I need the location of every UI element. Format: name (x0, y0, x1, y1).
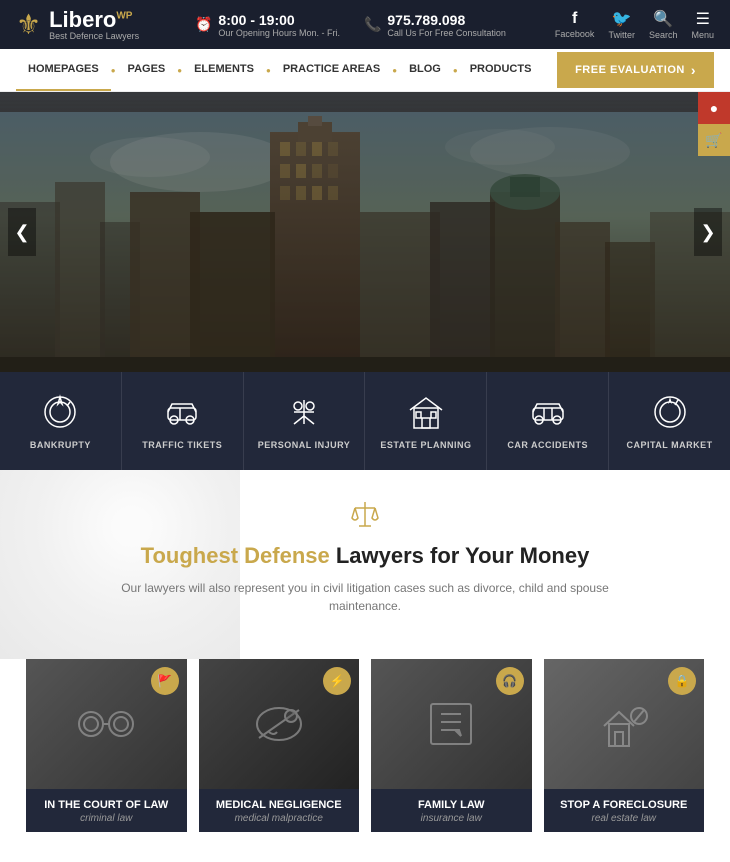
hero-prev-button[interactable]: ❮ (8, 208, 36, 256)
bankrupty-icon (40, 392, 80, 432)
facebook-icon: f (555, 10, 595, 28)
cta-label: FREE EVALUATION (575, 64, 685, 76)
search-link[interactable]: 🔍 Search (649, 9, 678, 41)
case-card-family[interactable]: 🎧 FAMILY LAW insurance law (371, 659, 532, 832)
phone-label: Call Us For Free Consultation (387, 28, 506, 38)
intro-section: Toughest Defense Lawyers for Your Money … (0, 470, 730, 659)
case-card-medical[interactable]: ⚡ MEDICAL NEGLIGENCE medical malpractice (199, 659, 360, 832)
nav-bar: HOMEPAGES ● PAGES ● ELEMENTS ● PRACTICE … (0, 49, 730, 92)
card-court-sub: criminal law (38, 813, 175, 824)
menu-icon: ☰ (691, 9, 714, 29)
card-medical-img: ⚡ (199, 659, 360, 789)
personal-injury-icon (284, 392, 324, 432)
card-family-sub: insurance law (383, 813, 520, 824)
hours-label: Our Opening Hours Mon. - Fri. (218, 28, 340, 38)
brand-tagline: Best Defence Lawyers (49, 31, 139, 41)
estate-icon (406, 392, 446, 432)
capital-market-icon (650, 392, 690, 432)
practice-bankrupty[interactable]: BANKRUPTY (0, 372, 122, 470)
card-medical-title: MEDICAL NEGLIGENCE (211, 799, 348, 811)
practice-areas-bar: BANKRUPTY TRAFFIC TIKETS PERSONAL INJURY (0, 372, 730, 470)
intro-title: Toughest Defense Lawyers for Your Money (60, 543, 670, 569)
hero-section: ❮ ❯ ● 🛒 (0, 92, 730, 372)
card-family-footer: FAMILY LAW insurance law (371, 789, 532, 832)
cityscape-illustration (0, 112, 730, 372)
nav-pages[interactable]: PAGES (116, 49, 178, 91)
practice-capital[interactable]: CAPITAL MARKET (609, 372, 730, 470)
scales-icon (60, 500, 670, 535)
logo-text: LiberoWP Best Defence Lawyers (49, 9, 139, 41)
traffic-label: TRAFFIC TIKETS (142, 440, 222, 450)
title-rest: Lawyers for Your Money (330, 543, 590, 568)
phone-number: 975.789.098 (387, 12, 506, 28)
menu-link[interactable]: ☰ Menu (691, 9, 714, 41)
card-court-footer: IN THE COURT OF LAW criminal law (26, 789, 187, 832)
free-evaluation-button[interactable]: FREE EVALUATION › (557, 52, 714, 88)
twitter-icon: 🐦 (608, 9, 635, 29)
phone-info[interactable]: 📞 975.789.098 Call Us For Free Consultat… (364, 12, 506, 38)
practice-car-accidents[interactable]: CAR ACCIDENTS (487, 372, 609, 470)
card-family-img: 🎧 (371, 659, 532, 789)
social-links: f Facebook 🐦 Twitter 🔍 Search ☰ Menu (555, 9, 714, 41)
car-accidents-label: CAR ACCIDENTS (507, 440, 588, 450)
top-info: ⏰ 8:00 - 19:00 Our Opening Hours Mon. - … (162, 12, 539, 38)
card-foreclosure-title: STOP A FORECLOSURE (556, 799, 693, 811)
card-foreclosure-img: 🔒 (544, 659, 705, 789)
estate-label: ESTATE PLANNING (380, 440, 471, 450)
hero-side-btn-1[interactable]: ● (698, 92, 730, 124)
case-card-foreclosure[interactable]: 🔒 STOP A FORECLOSURE real estate law (544, 659, 705, 832)
nav-products[interactable]: PRODUCTS (458, 49, 544, 91)
case-cards: 🚩 IN THE COURT OF LAW criminal law ⚡ MED… (0, 659, 730, 862)
title-highlight: Toughest Defense (141, 543, 330, 568)
hours-info: ⏰ 8:00 - 19:00 Our Opening Hours Mon. - … (195, 12, 340, 38)
hero-side-btn-cart[interactable]: 🛒 (698, 124, 730, 156)
card-court-img: 🚩 (26, 659, 187, 789)
intro-content: Toughest Defense Lawyers for Your Money … (20, 500, 710, 639)
practice-personal-injury[interactable]: PERSONAL INJURY (244, 372, 366, 470)
card-foreclosure-sub: real estate law (556, 813, 693, 824)
card-foreclosure-badge: 🔒 (668, 667, 696, 695)
card-foreclosure-footer: STOP A FORECLOSURE real estate law (544, 789, 705, 832)
case-card-court[interactable]: 🚩 IN THE COURT OF LAW criminal law (26, 659, 187, 832)
nav-blog[interactable]: BLOG (397, 49, 453, 91)
logo[interactable]: ⚜ LiberoWP Best Defence Lawyers (16, 8, 146, 41)
card-court-badge: 🚩 (151, 667, 179, 695)
card-medical-badge: ⚡ (323, 667, 351, 695)
twitter-link[interactable]: 🐦 Twitter (608, 9, 635, 41)
card-family-badge: 🎧 (496, 667, 524, 695)
intro-subtitle: Our lawyers will also represent you in c… (115, 579, 615, 615)
facebook-link[interactable]: f Facebook (555, 10, 595, 40)
car-accidents-icon (528, 392, 568, 432)
brand-name: LiberoWP (49, 9, 139, 31)
hero-next-button[interactable]: ❯ (694, 208, 722, 256)
practice-estate[interactable]: ESTATE PLANNING (365, 372, 487, 470)
logo-icon: ⚜ (16, 8, 41, 41)
nav-items: HOMEPAGES ● PAGES ● ELEMENTS ● PRACTICE … (16, 49, 557, 91)
card-family-title: FAMILY LAW (383, 799, 520, 811)
cta-arrow-icon: › (691, 62, 696, 78)
card-medical-sub: medical malpractice (211, 813, 348, 824)
nav-practice-areas[interactable]: PRACTICE AREAS (271, 49, 392, 91)
nav-homepages[interactable]: HOMEPAGES (16, 49, 111, 91)
clock-icon: ⏰ (195, 16, 212, 33)
top-bar: ⚜ LiberoWP Best Defence Lawyers ⏰ 8:00 -… (0, 0, 730, 49)
personal-injury-label: PERSONAL INJURY (258, 440, 351, 450)
bankrupty-label: BANKRUPTY (30, 440, 91, 450)
hero-side-buttons: ● 🛒 (698, 92, 730, 156)
card-medical-footer: MEDICAL NEGLIGENCE medical malpractice (199, 789, 360, 832)
phone-icon: 📞 (364, 16, 381, 33)
card-court-title: IN THE COURT OF LAW (38, 799, 175, 811)
traffic-icon (162, 392, 202, 432)
practice-traffic[interactable]: TRAFFIC TIKETS (122, 372, 244, 470)
nav-elements[interactable]: ELEMENTS (182, 49, 266, 91)
hours-value: 8:00 - 19:00 (218, 12, 340, 28)
search-icon: 🔍 (649, 9, 678, 29)
capital-label: CAPITAL MARKET (626, 440, 712, 450)
